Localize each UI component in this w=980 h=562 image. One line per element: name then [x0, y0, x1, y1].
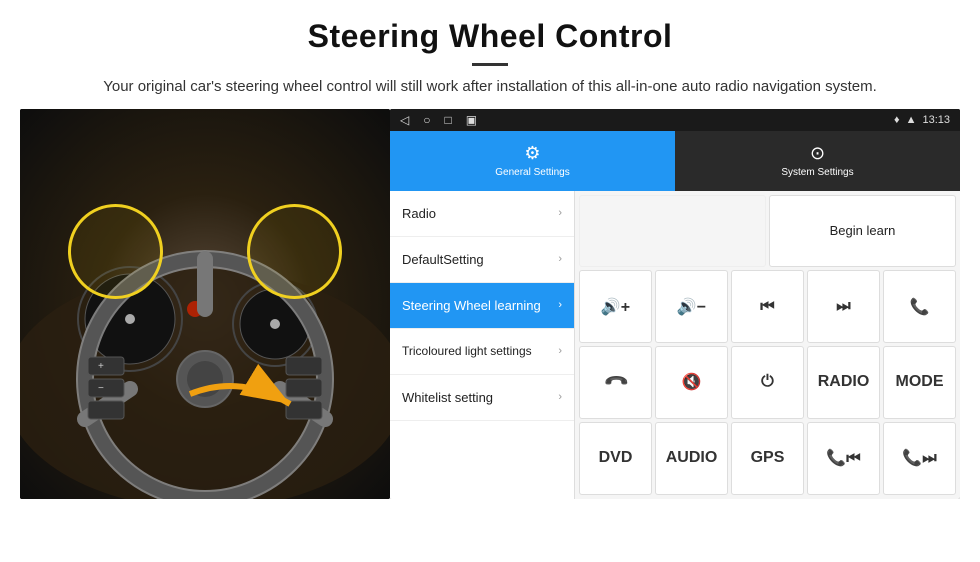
tab-general-label: General Settings — [495, 167, 570, 178]
header-subtitle: Your original car's steering wheel contr… — [40, 76, 940, 99]
menu-default-chevron: › — [558, 253, 562, 265]
menu-whitelist-label: Whitelist setting — [402, 390, 493, 405]
car-image-section: + − — [20, 109, 390, 499]
call-button[interactable]: 📞 — [883, 270, 956, 343]
menu-steering-chevron: › — [558, 299, 562, 311]
main-content: + − — [20, 109, 960, 499]
tab-general-settings[interactable]: ⚙ General Settings — [390, 131, 675, 191]
call-prev-button[interactable]: 📞⏮ — [807, 422, 880, 495]
highlight-left — [68, 204, 163, 299]
svg-text:+: + — [98, 361, 104, 372]
car-image-bg: + − — [20, 109, 390, 499]
btn-row-3: DVD AUDIO GPS 📞⏮ 📞⏭ — [579, 422, 956, 495]
menu-tricoloured-label: Tricoloured light settings — [402, 344, 532, 358]
prev-track-button[interactable]: ⏮ — [731, 270, 804, 343]
page-header: Steering Wheel Control Your original car… — [0, 0, 980, 109]
power-icon: ⏻ — [761, 373, 774, 391]
btn-row-top: Begin learn — [579, 195, 956, 268]
menu-radio-label: Radio — [402, 206, 436, 221]
dvd-button[interactable]: DVD — [579, 422, 652, 495]
status-bar-right: ♦ ▲ 13:13 — [894, 114, 950, 126]
next-track-icon: ⏭ — [836, 298, 850, 316]
empty-cell-top — [579, 195, 766, 268]
signal-icon: ▲ — [906, 114, 917, 126]
clock: 13:13 — [922, 114, 950, 126]
arrow-svg — [180, 364, 310, 444]
button-grid: Begin learn 🔊+ 🔊− ⏮ ⏭ — [575, 191, 960, 499]
audio-label: AUDIO — [666, 449, 718, 467]
menu-whitelist-chevron: › — [558, 391, 562, 403]
menu-nav-icon[interactable]: ▣ — [466, 113, 477, 127]
menu-item-steering-wheel[interactable]: Steering Wheel learning › — [390, 283, 574, 329]
page-title: Steering Wheel Control — [40, 18, 940, 55]
menu-list: Radio › DefaultSetting › Steering Wheel … — [390, 191, 575, 499]
mute-icon: 🔇 — [682, 372, 702, 392]
call-next-button[interactable]: 📞⏭ — [883, 422, 956, 495]
prev-track-icon: ⏮ — [760, 298, 774, 316]
btn-row-1: 🔊+ 🔊− ⏮ ⏭ 📞 — [579, 270, 956, 343]
menu-radio-chevron: › — [558, 207, 562, 219]
vol-down-icon: 🔊− — [677, 297, 706, 317]
status-bar: ◁ ○ □ ▣ ♦ ▲ 13:13 — [390, 109, 960, 131]
menu-item-tricoloured[interactable]: Tricoloured light settings › — [390, 329, 574, 375]
call-icon: 📞 — [910, 297, 930, 317]
begin-learn-button[interactable]: Begin learn — [769, 195, 956, 268]
back-nav-icon[interactable]: ◁ — [400, 113, 409, 127]
status-bar-left: ◁ ○ □ ▣ — [400, 113, 477, 127]
vol-up-button[interactable]: 🔊+ — [579, 270, 652, 343]
tab-system-label: System Settings — [781, 167, 853, 178]
call-prev-icon: 📞⏮ — [826, 448, 860, 468]
content-area: Radio › DefaultSetting › Steering Wheel … — [390, 191, 960, 499]
menu-item-whitelist[interactable]: Whitelist setting › — [390, 375, 574, 421]
android-panel: ◁ ○ □ ▣ ♦ ▲ 13:13 ⚙ General Settings ⊙ S… — [390, 109, 960, 499]
tab-system-settings[interactable]: ⊙ System Settings — [675, 131, 960, 191]
vol-up-icon: 🔊+ — [601, 297, 630, 317]
vol-down-button[interactable]: 🔊− — [655, 270, 728, 343]
menu-tricoloured-chevron: › — [558, 345, 562, 357]
home-nav-icon[interactable]: ○ — [423, 113, 430, 127]
menu-item-defaultsetting[interactable]: DefaultSetting › — [390, 237, 574, 283]
menu-steering-label: Steering Wheel learning — [402, 298, 541, 313]
mode-button[interactable]: MODE — [883, 346, 956, 419]
mute-button[interactable]: 🔇 — [655, 346, 728, 419]
mode-label: MODE — [896, 373, 944, 391]
recents-nav-icon[interactable]: □ — [444, 113, 451, 127]
radio-button[interactable]: RADIO — [807, 346, 880, 419]
hangup-icon: 📞 — [601, 368, 629, 396]
system-settings-icon: ⊙ — [810, 143, 825, 164]
menu-default-label: DefaultSetting — [402, 252, 484, 267]
general-settings-icon: ⚙ — [524, 143, 540, 164]
gps-button[interactable]: GPS — [731, 422, 804, 495]
next-track-button[interactable]: ⏭ — [807, 270, 880, 343]
btn-row-2: 📞 🔇 ⏻ RADIO MODE — [579, 346, 956, 419]
audio-button[interactable]: AUDIO — [655, 422, 728, 495]
wifi-icon: ♦ — [894, 114, 900, 126]
menu-item-radio[interactable]: Radio › — [390, 191, 574, 237]
radio-label: RADIO — [818, 373, 870, 391]
gps-label: GPS — [751, 449, 785, 467]
hangup-button[interactable]: 📞 — [579, 346, 652, 419]
title-divider — [472, 63, 508, 66]
dvd-label: DVD — [599, 449, 633, 467]
svg-text:−: − — [98, 383, 104, 394]
power-button[interactable]: ⏻ — [731, 346, 804, 419]
call-next-icon: 📞⏭ — [902, 448, 936, 468]
app-tabs: ⚙ General Settings ⊙ System Settings — [390, 131, 960, 191]
highlight-right — [247, 204, 342, 299]
